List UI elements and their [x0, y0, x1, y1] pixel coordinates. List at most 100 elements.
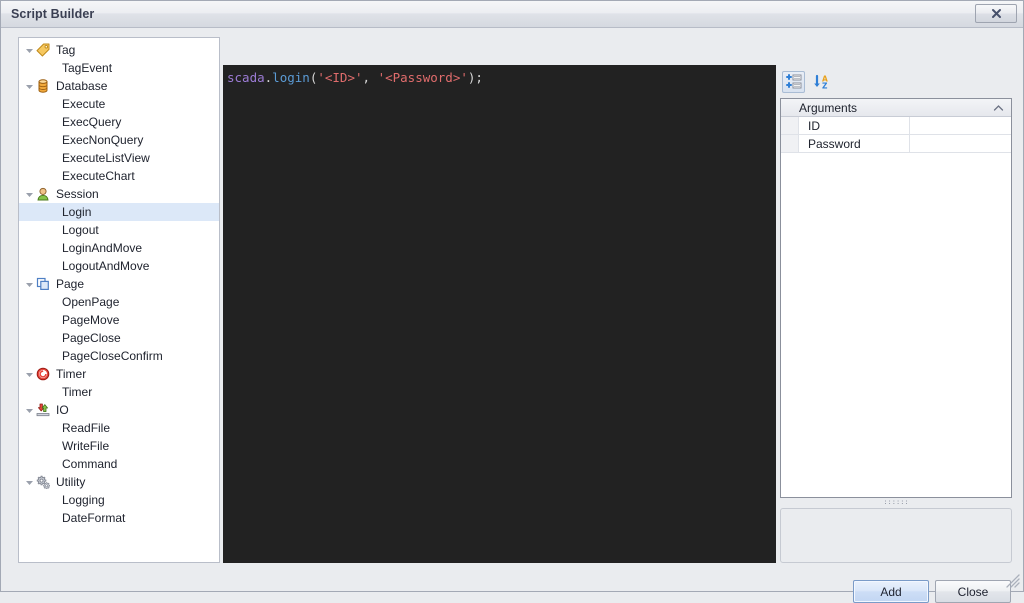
property-value-id[interactable] — [910, 117, 1011, 134]
property-name-id: ID — [799, 117, 910, 134]
tree-node-io[interactable]: IO — [19, 401, 219, 419]
property-row[interactable]: ID — [781, 117, 1011, 135]
tree-node-execnonquery[interactable]: ExecNonQuery — [19, 131, 219, 149]
tree-node-list: Tag TagEvent Database Execute ExecQuery Exec… — [19, 38, 219, 527]
tree-node-label: IO — [56, 403, 69, 417]
expander-collapse-icon[interactable] — [23, 41, 35, 59]
property-category-header[interactable]: Arguments — [781, 99, 1011, 117]
code-editor[interactable]: scada.login('<ID>', '<Password>'); — [223, 65, 776, 563]
tree-node-label: Logging — [62, 493, 105, 507]
timer-icon — [35, 366, 51, 382]
window-title: Script Builder — [11, 7, 95, 21]
tree-node-executechart[interactable]: ExecuteChart — [19, 167, 219, 185]
tree-node-label: Command — [62, 457, 118, 471]
io-icon — [35, 402, 51, 418]
property-row-gutter — [781, 135, 799, 152]
tree-node-label: Timer — [56, 367, 87, 381]
property-grid[interactable]: Arguments ID Password — [780, 98, 1012, 498]
gears-icon — [35, 474, 51, 490]
tree-node-label: LogoutAndMove — [62, 259, 150, 273]
tree-node-pagemove[interactable]: PageMove — [19, 311, 219, 329]
chevron-up-icon[interactable] — [993, 99, 1004, 117]
tree-node-readfile[interactable]: ReadFile — [19, 419, 219, 437]
tree-node-label: ExecNonQuery — [62, 133, 144, 147]
tree-node-execute[interactable]: Execute — [19, 95, 219, 113]
tree-node-label: PageMove — [62, 313, 120, 327]
property-row-gutter — [781, 117, 799, 134]
tree-node-timer[interactable]: Timer — [19, 365, 219, 383]
tree-node-loginandmove[interactable]: LoginAndMove — [19, 239, 219, 257]
tree-node-openpage[interactable]: OpenPage — [19, 293, 219, 311]
resize-grip-icon[interactable] — [1006, 574, 1020, 588]
script-builder-window: Script Builder Tag TagEvent Database Execu… — [0, 0, 1024, 603]
property-row[interactable]: Password — [781, 135, 1011, 153]
code-token: , — [362, 70, 378, 85]
tree-node-logout[interactable]: Logout — [19, 221, 219, 239]
tree-node-tag[interactable]: Tag — [19, 41, 219, 59]
tree-node-tagevent[interactable]: TagEvent — [19, 59, 219, 77]
svg-text:Z: Z — [822, 82, 828, 90]
tree-node-label: ExecuteChart — [62, 169, 135, 183]
pages-icon — [35, 276, 51, 292]
tree-node-label: Execute — [62, 97, 106, 111]
tree-node-execquery[interactable]: ExecQuery — [19, 113, 219, 131]
tree-node-command[interactable]: Command — [19, 455, 219, 473]
tree-node-pagecloseconfirm[interactable]: PageCloseConfirm — [19, 347, 219, 365]
user-icon — [35, 186, 51, 202]
code-token: ); — [467, 70, 483, 85]
tree-node-label: Logout — [62, 223, 99, 237]
tree-node-dateformat[interactable]: DateFormat — [19, 509, 219, 527]
categorized-view-button[interactable] — [782, 71, 805, 93]
expander-collapse-icon[interactable] — [23, 401, 35, 419]
tree-node-executelistview[interactable]: ExecuteListView — [19, 149, 219, 167]
code-token: login — [272, 70, 310, 85]
tree-node-utility[interactable]: Utility — [19, 473, 219, 491]
tree-node-label: ReadFile — [62, 421, 111, 435]
title-bar: Script Builder — [1, 1, 1023, 28]
tree-node-label: WriteFile — [62, 439, 110, 453]
tree-node-label: Timer — [62, 385, 93, 399]
tree-node-writefile[interactable]: WriteFile — [19, 437, 219, 455]
tree-node-label: PageClose — [62, 331, 121, 345]
code-line-1: scada.login('<ID>', '<Password>'); — [223, 65, 776, 86]
tree-node-timer[interactable]: Timer — [19, 383, 219, 401]
tree-node-label: Page — [56, 277, 85, 291]
dialog-body: Tag TagEvent Database Execute ExecQuery Exec… — [1, 28, 1023, 603]
tree-node-label: TagEvent — [62, 61, 113, 75]
property-category-label: Arguments — [799, 100, 858, 115]
expander-collapse-icon[interactable] — [23, 365, 35, 383]
tree-node-label: DateFormat — [62, 511, 126, 525]
tree-node-pageclose[interactable]: PageClose — [19, 329, 219, 347]
tree-node-label: Utility — [56, 475, 86, 489]
close-icon — [991, 9, 1001, 18]
tree-node-label: Database — [56, 79, 108, 93]
tree-node-login[interactable]: Login — [19, 203, 219, 221]
property-description-panel — [780, 508, 1012, 563]
property-grid-toolbar: A Z — [782, 71, 1012, 93]
tree-node-logging[interactable]: Logging — [19, 491, 219, 509]
tree-node-database[interactable]: Database — [19, 77, 219, 95]
property-name-password: Password — [799, 135, 910, 152]
tree-node-label: Session — [56, 187, 99, 201]
window-close-button[interactable] — [975, 4, 1017, 23]
expander-collapse-icon[interactable] — [23, 473, 35, 491]
property-value-password[interactable] — [910, 135, 1011, 152]
database-icon — [35, 78, 51, 94]
code-token: '<Password>' — [377, 70, 468, 85]
tree-node-label: Tag — [56, 43, 76, 57]
alphabetical-sort-button[interactable]: A Z — [809, 71, 832, 93]
expander-collapse-icon[interactable] — [23, 77, 35, 95]
tree-node-label: PageCloseConfirm — [62, 349, 163, 363]
tree-node-page[interactable]: Page — [19, 275, 219, 293]
expander-collapse-icon[interactable] — [23, 185, 35, 203]
expander-collapse-icon[interactable] — [23, 275, 35, 293]
categorized-icon — [785, 74, 801, 89]
code-token: scada — [227, 70, 265, 85]
script-category-tree[interactable]: Tag TagEvent Database Execute ExecQuery Exec… — [18, 37, 220, 563]
tree-node-logoutandmove[interactable]: LogoutAndMove — [19, 257, 219, 275]
tree-node-session[interactable]: Session — [19, 185, 219, 203]
sort-alpha-icon: A Z — [813, 74, 828, 90]
tree-node-label: ExecQuery — [62, 115, 122, 129]
property-panel-splitter[interactable]: :::::: — [880, 499, 912, 506]
splitter-grip-dots: :::::: — [883, 498, 909, 506]
